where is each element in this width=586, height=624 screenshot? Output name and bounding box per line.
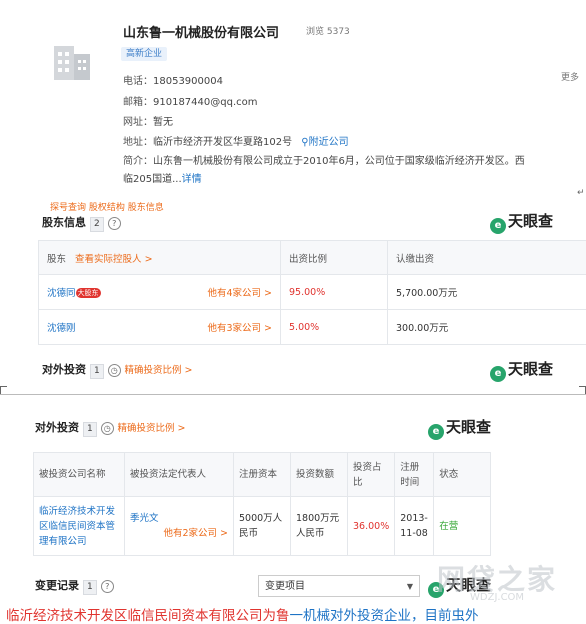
shareholders-header: 股东信息 2 ? [42, 214, 121, 232]
cropped-tabs-text: 探号查询 股权结构 股东信息 [50, 200, 164, 213]
shareholders-count: 2 [90, 217, 104, 232]
ratio-cell: 5.00% [281, 310, 388, 345]
invested-company-link[interactable]: 临沂经济技术开发区临信民间资本管理有限公司 [34, 497, 125, 556]
col-ratio: 出资比例 [281, 241, 388, 275]
phone-row: 电话：18053900004 [123, 72, 223, 87]
view-count: 浏览 5373 [306, 24, 350, 37]
shareholder-companies-link[interactable]: 他有4家公司 > [207, 285, 272, 299]
help-icon[interactable]: ? [108, 217, 121, 230]
tianyancha-mark-icon: e [490, 366, 506, 382]
more-link[interactable]: 更多 [561, 70, 579, 83]
investment-count: 1 [83, 422, 97, 437]
major-shareholder-badge: 大股东 [76, 288, 101, 298]
intro-row-2: 临205国道...详情 [123, 170, 202, 185]
email-label: 邮箱： [123, 97, 153, 108]
intro-text-line2: 临205国道... [123, 174, 182, 185]
email-value[interactable]: 910187440@qq.com [153, 97, 258, 108]
capital-cell: 5000万人民币 [234, 497, 291, 556]
investment-title: 对外投资 [35, 421, 79, 434]
phone-value: 18053900004 [153, 76, 223, 87]
nearby-companies-link[interactable]: ⚲附近公司 [301, 137, 348, 148]
amount-cell: 5,700.00万元 [388, 275, 586, 310]
investment-header-cut: 对外投资 1 ◷ 精确投资比例 > [42, 361, 193, 379]
col-capital: 注册资本 [234, 453, 291, 497]
tianyancha-logo: e天眼查 [490, 210, 553, 234]
table-row: 沈德同大股东 他有4家公司 > 95.00% 5,700.00万元 [39, 275, 586, 310]
shareholder-name-link[interactable]: 沈德同 [47, 288, 76, 299]
col-shareholder: 股东 查看实际控股人 > [39, 241, 281, 275]
article-text: 临沂经济技术开发区临信民间资本有限公司为鲁一机械对外投资企业，目前虫外 [6, 604, 479, 624]
website-label: 网址： [123, 117, 153, 128]
shareholder-companies-link[interactable]: 他有3家公司 > [207, 320, 272, 334]
tianyancha-logo: e天眼查 [490, 358, 553, 382]
website-row: 网址：暂无 [123, 113, 173, 128]
investment-count: 1 [90, 364, 104, 379]
investment-header: 对外投资 1 ◷ 精确投资比例 > [35, 419, 186, 437]
intro-label: 简介： [123, 156, 153, 167]
precise-ratio-link[interactable]: 精确投资比例 > [118, 423, 186, 434]
amount-cell: 1800万元人民币 [291, 497, 348, 556]
help-icon[interactable]: ? [101, 580, 114, 593]
intro-text-line1: 山东鲁一机械股份有限公司成立于2010年6月，公司位于国家级临沂经济开发区。西 [153, 156, 525, 167]
high-tech-tag: 高新企业 [121, 47, 167, 61]
investment-title: 对外投资 [42, 363, 86, 376]
clock-icon: ◷ [101, 422, 114, 435]
intro-row: 简介：山东鲁一机械股份有限公司成立于2010年6月，公司位于国家级临沂经济开发区… [123, 152, 525, 167]
tianyancha-mark-icon: e [490, 218, 506, 234]
table-header-row: 被投资公司名称 被投资法定代表人 注册资本 投资数额 投资占比 注册时间 状态 [34, 453, 491, 497]
col-status: 状态 [434, 453, 491, 497]
shareholders-section: 探号查询 股权结构 股东信息 股东信息 2 ? e天眼查 股东 查看实际控股人 … [32, 200, 586, 383]
date-cell: 2013-11-08 [395, 497, 434, 556]
watermark-url: WDZJ.COM [470, 592, 524, 603]
rep-cell: 季光文 他有2家公司 > [125, 497, 234, 556]
change-item-select[interactable]: 变更项目 ▼ [258, 575, 420, 597]
email-row: 邮箱：910187440@qq.com [123, 93, 258, 108]
location-pin-icon: ⚲ [301, 137, 308, 148]
tianyancha-logo: e天眼查 [428, 416, 491, 440]
address-row: 地址：临沂市经济开发区华夏路102号 ⚲附近公司 [123, 133, 349, 148]
shareholders-title: 股东信息 [42, 216, 86, 229]
changes-header: 变更记录 1 ? [35, 577, 114, 595]
col-amount: 投资数额 [291, 453, 348, 497]
ratio-cell: 95.00% [281, 275, 388, 310]
company-name: 山东鲁一机械股份有限公司 [123, 22, 279, 41]
shareholder-cell: 沈德同大股东 他有4家公司 > [39, 275, 281, 310]
actual-controller-link[interactable]: 查看实际控股人 > [75, 254, 152, 265]
ratio-cell: 36.00% [348, 497, 395, 556]
status-cell: 在营 [434, 497, 491, 556]
shareholder-name-link[interactable]: 沈德刚 [47, 323, 76, 334]
precise-ratio-link[interactable]: 精确投资比例 > [125, 365, 193, 376]
address-value: 临沂市经济开发区华夏路102号 [153, 137, 292, 148]
changes-title: 变更记录 [35, 579, 79, 592]
amount-cell: 300.00万元 [388, 310, 586, 345]
table-header-row: 股东 查看实际控股人 > 出资比例 认缴出资 [39, 241, 586, 275]
clock-icon: ◷ [108, 364, 121, 377]
section-divider [0, 386, 586, 395]
tianyancha-mark-icon: e [428, 424, 444, 440]
rep-companies-link[interactable]: 他有2家公司 > [130, 526, 228, 541]
col-date: 注册时间 [395, 453, 434, 497]
address-label: 地址： [123, 137, 153, 148]
company-logo-icon [50, 40, 98, 84]
col-amount: 认缴出资 [388, 241, 586, 275]
investment-table: 被投资公司名称 被投资法定代表人 注册资本 投资数额 投资占比 注册时间 状态 … [33, 452, 491, 556]
phone-label: 电话： [123, 76, 153, 87]
col-rep: 被投资法定代表人 [125, 453, 234, 497]
rep-name-link[interactable]: 季光文 [130, 511, 228, 526]
website-value: 暂无 [153, 117, 173, 128]
shareholders-table: 股东 查看实际控股人 > 出资比例 认缴出资 沈德同大股东 他有4家公司 > 9… [38, 240, 586, 345]
shareholder-cell: 沈德刚 他有3家公司 > [39, 310, 281, 345]
changes-count: 1 [83, 580, 97, 595]
intro-more-link[interactable]: 详情 [182, 174, 202, 185]
table-row: 临沂经济技术开发区临信民间资本管理有限公司 季光文 他有2家公司 > 5000万… [34, 497, 491, 556]
chevron-down-icon: ▼ [407, 576, 413, 598]
paragraph-mark-icon: ↵ [577, 188, 585, 198]
col-ratio: 投资占比 [348, 453, 395, 497]
table-row: 沈德刚 他有3家公司 > 5.00% 300.00万元 [39, 310, 586, 345]
col-company: 被投资公司名称 [34, 453, 125, 497]
